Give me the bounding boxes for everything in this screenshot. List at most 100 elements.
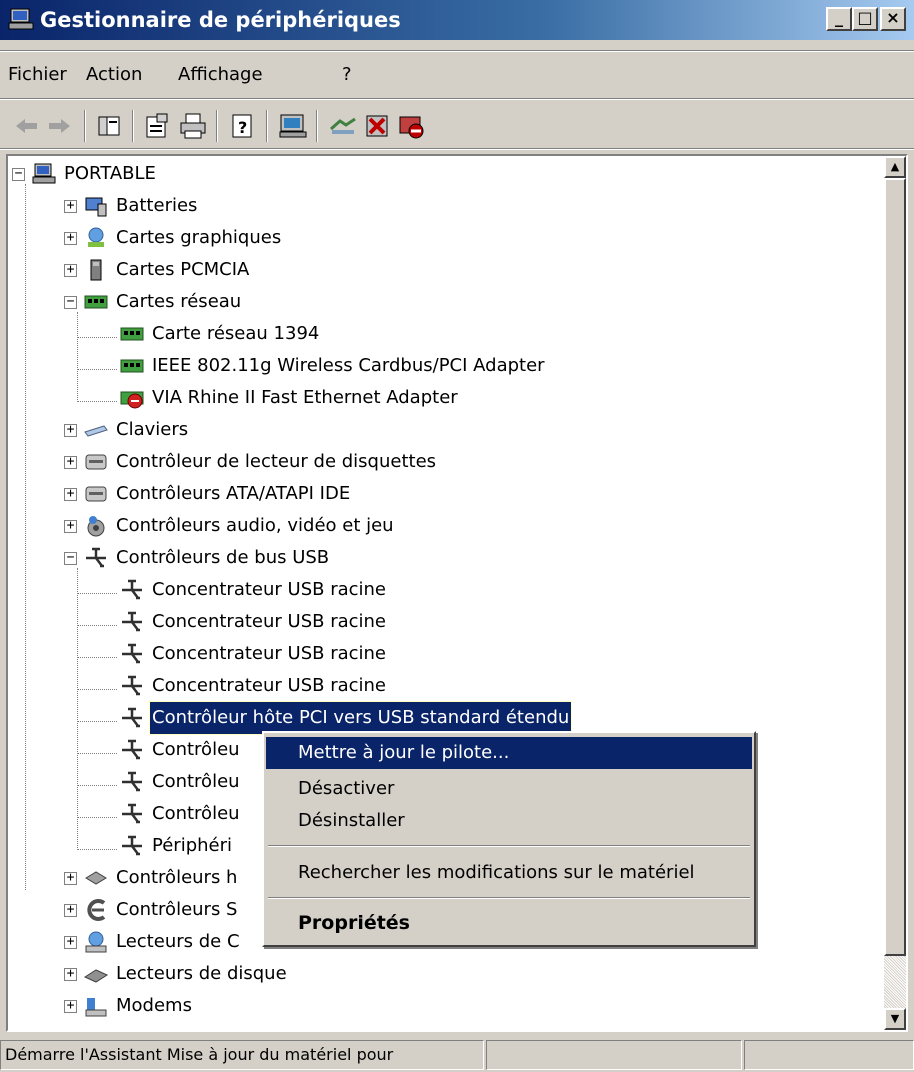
expand-toggle[interactable]: +	[64, 487, 77, 501]
expand-toggle[interactable]: +	[64, 423, 77, 437]
maximize-button[interactable]: □	[852, 7, 878, 31]
menu-help[interactable]: ?	[342, 58, 352, 92]
network-card-icon	[120, 359, 144, 373]
network-card-disabled-icon	[120, 391, 144, 409]
tree-item-label: Cartes graphiques	[116, 227, 282, 248]
toolbar-separator	[132, 110, 134, 142]
status-panel	[744, 1040, 914, 1070]
expand-toggle[interactable]: +	[64, 999, 77, 1013]
status-panel	[486, 1040, 742, 1070]
tree-line	[77, 689, 117, 690]
tree-line	[77, 401, 117, 402]
tree-item-label: Contrôleu	[152, 739, 240, 760]
tree-line	[77, 721, 117, 722]
modem-icon	[85, 998, 107, 1017]
menu-fichier[interactable]: Fichier	[8, 58, 67, 92]
tree-item-label: Contrôleu	[152, 803, 240, 824]
network-card-icon	[84, 295, 108, 309]
display-adapter-icon	[88, 227, 104, 247]
tree-item-label: Claviers	[116, 419, 189, 440]
minimize-button[interactable]: _	[826, 7, 852, 31]
uninstall-icon[interactable]	[362, 111, 392, 141]
divider	[0, 148, 914, 150]
expand-toggle[interactable]: +	[64, 935, 77, 949]
tree-item-label: Contrôleurs audio, vidéo et jeu	[116, 515, 394, 536]
tree-item-label: Périphéri	[152, 835, 232, 856]
audio-icon	[87, 516, 105, 537]
properties-icon[interactable]	[142, 111, 172, 141]
ide-controller-icon	[85, 486, 107, 502]
console-tree-icon[interactable]	[94, 111, 124, 141]
toolbar: ?	[0, 104, 914, 146]
expand-toggle[interactable]: +	[64, 263, 77, 277]
menu-item-update-driver[interactable]: Mettre à jour le pilote...	[266, 737, 752, 769]
window-title: Gestionnaire de périphériques	[40, 8, 401, 32]
print-icon[interactable]	[178, 111, 208, 141]
menu-separator	[268, 897, 750, 899]
scroll-up-icon[interactable]: ▲	[884, 156, 906, 178]
expand-toggle[interactable]: +	[64, 455, 77, 469]
tree-line	[77, 785, 117, 786]
scrollbar-thumb[interactable]	[884, 178, 906, 956]
tree-line	[77, 625, 117, 626]
menu-bar: Fichier Action Affichage ?	[0, 58, 914, 92]
svg-text:?: ?	[238, 118, 247, 137]
scroll-down-icon[interactable]: ▼	[884, 1008, 906, 1030]
collapse-toggle[interactable]: −	[12, 167, 25, 181]
usb-icon	[122, 611, 142, 632]
menu-item-uninstall[interactable]: Désinstaller	[266, 805, 752, 837]
network-card-icon	[120, 327, 144, 341]
scsi-controller-icon	[87, 899, 106, 921]
divider	[0, 50, 914, 52]
expand-toggle[interactable]: +	[64, 519, 77, 533]
usb-icon	[122, 771, 142, 792]
help-icon[interactable]: ?	[228, 111, 258, 141]
tree-line	[77, 312, 78, 402]
tree-item-label: Cartes PCMCIA	[116, 259, 250, 280]
tree-item-label: Carte réseau 1394	[152, 323, 320, 344]
expand-toggle[interactable]: +	[64, 231, 77, 245]
usb-icon	[122, 579, 142, 600]
expand-toggle[interactable]: +	[64, 903, 77, 917]
tree-item-label: Concentrateur USB racine	[152, 611, 386, 632]
forward-arrow-icon[interactable]	[44, 111, 74, 141]
expand-toggle[interactable]: +	[64, 199, 77, 213]
tree-item-label: VIA Rhine II Fast Ethernet Adapter	[152, 387, 458, 408]
tree-item-label: Concentrateur USB racine	[152, 675, 386, 696]
tree-item-label: Lecteurs de C	[116, 931, 240, 952]
expand-toggle[interactable]: +	[64, 967, 77, 981]
menu-action[interactable]: Action	[86, 58, 142, 92]
pcmcia-icon	[90, 259, 102, 281]
collapse-toggle[interactable]: −	[64, 295, 77, 309]
divider	[0, 98, 914, 100]
update-driver-icon[interactable]	[328, 111, 358, 141]
menu-item-properties[interactable]: Propriétés	[266, 907, 752, 939]
tree-item-label: Lecteurs de disque	[116, 963, 287, 984]
tree-line	[77, 817, 117, 818]
back-arrow-icon[interactable]	[12, 111, 42, 141]
title-bar[interactable]: Gestionnaire de périphériques _ □ ×	[0, 0, 914, 40]
status-text: Démarre l'Assistant Mise à jour du matér…	[0, 1040, 484, 1070]
usb-icon	[122, 707, 142, 728]
tree-line	[77, 369, 117, 370]
tree-item-label: Contrôleurs S	[116, 899, 238, 920]
tree-line	[77, 593, 117, 594]
tree-item-label: IEEE 802.11g Wireless Cardbus/PCI Adapte…	[152, 355, 545, 376]
usb-icon	[122, 835, 142, 856]
tree-item-label: Contrôleurs de bus USB	[116, 547, 330, 568]
floppy-controller-icon	[85, 454, 107, 470]
vertical-scrollbar[interactable]: ▲ ▼	[884, 156, 906, 1030]
scan-hardware-icon[interactable]	[278, 111, 308, 141]
close-button[interactable]: ×	[880, 7, 906, 31]
expand-toggle[interactable]: +	[64, 871, 77, 885]
status-bar: Démarre l'Assistant Mise à jour du matér…	[0, 1038, 914, 1072]
usb-icon	[122, 739, 142, 760]
tree-line	[77, 753, 117, 754]
cdrom-icon	[85, 931, 107, 953]
disable-icon[interactable]	[396, 111, 426, 141]
menu-affichage[interactable]: Affichage	[178, 58, 263, 92]
menu-item-disable[interactable]: Désactiver	[266, 773, 752, 805]
menu-item-scan-hardware[interactable]: Rechercher les modifications sur le maté…	[266, 857, 752, 889]
collapse-toggle[interactable]: −	[64, 551, 77, 565]
tree-item-label: Contrôleur de lecteur de disquettes	[116, 451, 437, 472]
